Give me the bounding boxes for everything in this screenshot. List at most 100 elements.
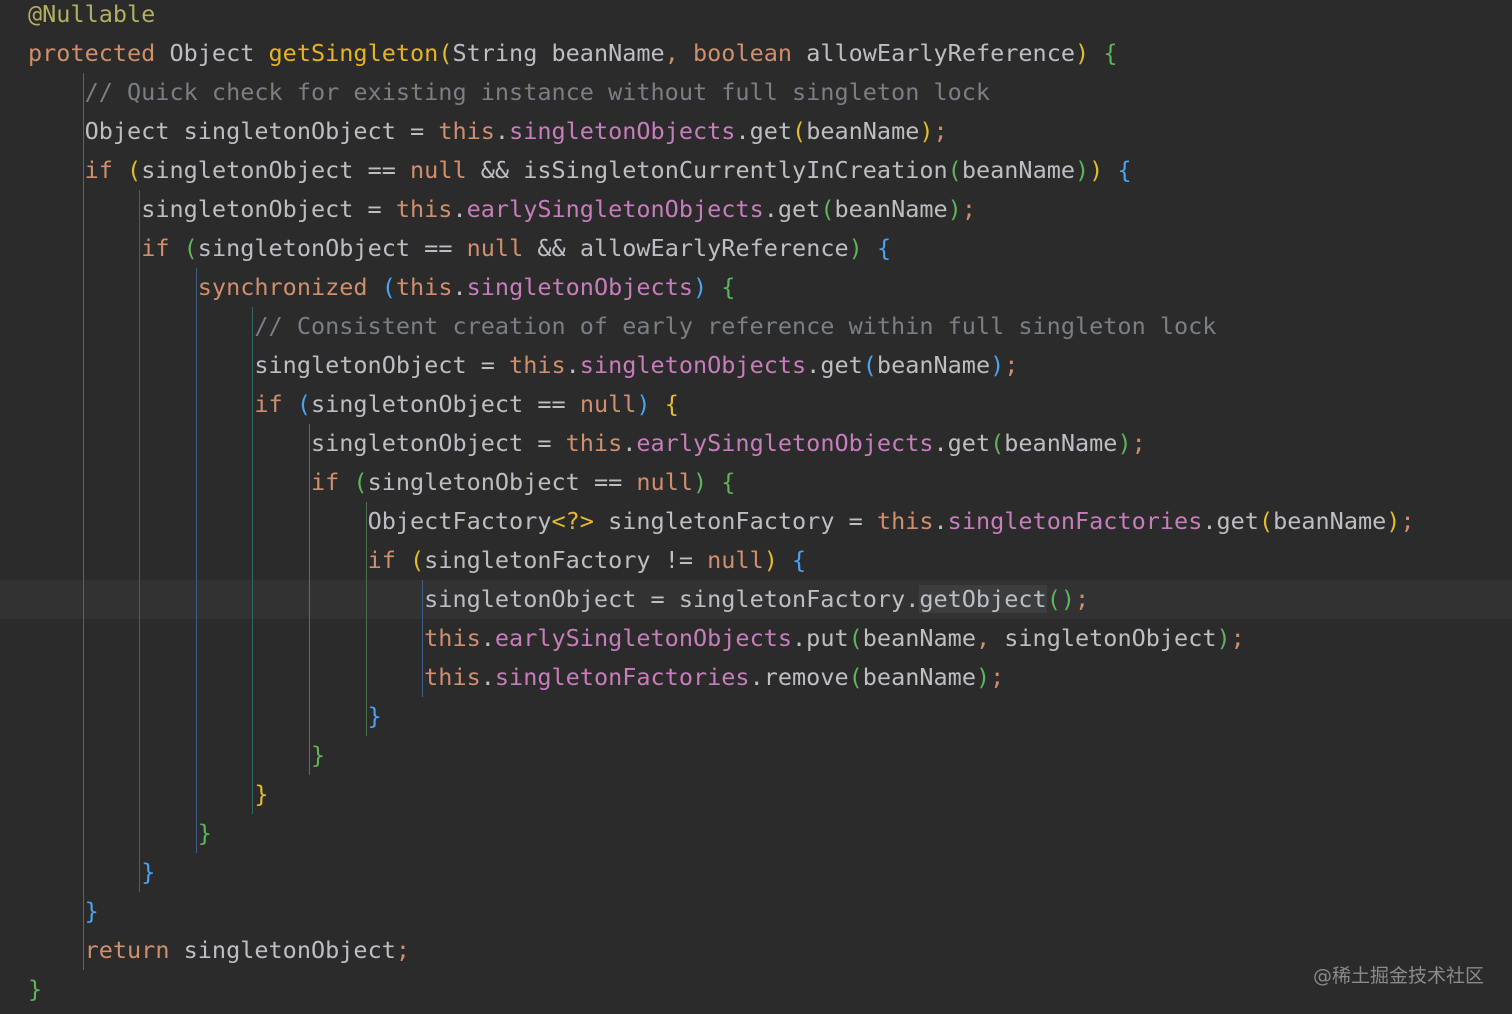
code-line[interactable]: singletonObject = this.singletonObjects.… <box>0 346 1512 385</box>
code-token: singletonFactories <box>494 663 750 691</box>
code-line[interactable]: if (singletonObject == null && isSinglet… <box>0 151 1512 190</box>
code-token: ( <box>848 624 863 652</box>
code-token: ; <box>1131 429 1146 457</box>
code-line[interactable]: } <box>0 775 1512 814</box>
code-line[interactable]: if (singletonFactory != null) { <box>0 541 1512 580</box>
code-token: singletonObject == <box>310 390 580 418</box>
code-token: ; <box>1400 507 1415 535</box>
code-token: null <box>410 156 481 184</box>
code-token: return <box>84 936 184 964</box>
code-token: .get <box>763 195 821 223</box>
code-line[interactable]: this.singletonFactories.remove(beanName)… <box>0 658 1512 697</box>
code-token: } <box>84 897 99 925</box>
code-line[interactable]: protected Object getSingleton(String bea… <box>0 34 1512 73</box>
code-line[interactable]: singletonObject = this.earlySingletonObj… <box>0 190 1512 229</box>
code-token: ( <box>353 468 368 496</box>
code-token: . <box>494 117 510 145</box>
code-line[interactable]: singletonObject = singletonFactory.getOb… <box>0 580 1512 619</box>
code-token: ) <box>990 351 1005 379</box>
code-text: singletonObject = this.singletonObjects.… <box>28 346 1018 385</box>
code-text: ObjectFactory<?> singletonFactory = this… <box>28 502 1415 541</box>
code-token: singletonObject == <box>367 468 637 496</box>
code-token: if <box>254 390 297 418</box>
code-line[interactable]: // Quick check for existing instance wit… <box>0 73 1512 112</box>
code-token: null <box>579 390 637 418</box>
code-line[interactable]: this.earlySingletonObjects.put(beanName,… <box>0 619 1512 658</box>
code-text: this.singletonFactories.remove(beanName)… <box>28 658 1004 697</box>
code-token: singletonObject <box>1004 624 1217 652</box>
code-token: .remove <box>749 663 849 691</box>
code-token: protected <box>28 39 170 67</box>
code-token: earlySingletonObjects <box>636 429 934 457</box>
code-token: beanName <box>876 351 991 379</box>
code-token: () <box>1046 585 1075 613</box>
code-token: boolean <box>693 39 807 67</box>
code-token: singletonFactory = <box>593 507 877 535</box>
code-token: beanName <box>834 195 948 223</box>
code-text: singletonObject = this.earlySingletonObj… <box>28 190 976 229</box>
code-line[interactable]: synchronized (this.singletonObjects) { <box>0 268 1512 307</box>
code-line[interactable]: } <box>0 814 1512 853</box>
code-token: { <box>1117 156 1132 184</box>
code-token: . <box>452 195 467 223</box>
code-editor[interactable]: @Nullable protected Object getSingleton(S… <box>0 0 1512 1014</box>
code-text: if (singletonObject == null && isSinglet… <box>28 151 1132 190</box>
code-token: beanName <box>1004 429 1118 457</box>
code-token: .get <box>933 429 991 457</box>
code-text: singletonObject = singletonFactory.getOb… <box>28 580 1089 619</box>
code-token: ; <box>961 195 976 223</box>
code-token: singletonObject = singletonFactory. <box>424 585 920 613</box>
code-line[interactable]: } <box>0 892 1512 931</box>
code-line[interactable]: } <box>0 736 1512 775</box>
code-text: synchronized (this.singletonObjects) { <box>28 268 736 307</box>
code-token: if <box>367 546 411 574</box>
indent-guide <box>365 502 367 736</box>
code-line[interactable]: } <box>0 697 1512 736</box>
code-token: null <box>466 234 538 262</box>
code-line[interactable]: if (singletonObject == null) { <box>0 463 1512 502</box>
code-token: ( <box>848 663 863 691</box>
code-token: singletonObjects <box>466 273 693 301</box>
code-token: null <box>636 468 693 496</box>
code-token: ) <box>975 663 991 691</box>
code-token: ; <box>990 663 1005 691</box>
code-text: if (singletonFactory != null) { <box>28 541 807 580</box>
code-line[interactable]: } <box>0 970 1512 1009</box>
code-line[interactable]: Object singletonObject = this.singletonO… <box>0 112 1512 151</box>
code-line[interactable]: // Consistent creation of early referenc… <box>0 307 1512 346</box>
code-line[interactable]: ObjectFactory<?> singletonFactory = this… <box>0 502 1512 541</box>
code-token: . <box>480 624 495 652</box>
code-line[interactable]: @Nullable <box>0 0 1512 34</box>
code-token: <?> <box>551 507 594 535</box>
code-token: ( <box>820 195 835 223</box>
code-token: this <box>565 429 623 457</box>
code-token: ( <box>1258 507 1274 535</box>
code-token: singletonObject <box>183 936 396 964</box>
code-token: ) <box>1386 507 1401 535</box>
code-token: ( <box>127 156 142 184</box>
code-token: ) <box>1117 429 1132 457</box>
code-line[interactable]: singletonObject = this.earlySingletonObj… <box>0 424 1512 463</box>
code-token: && isSingletonCurrentlyInCreation <box>480 156 948 184</box>
code-token: singletonObject = <box>141 195 396 223</box>
indent-guide <box>252 307 254 814</box>
code-token: .get <box>735 117 793 145</box>
code-token: ; <box>1004 351 1019 379</box>
code-line[interactable]: if (singletonObject == null) { <box>0 385 1512 424</box>
code-line[interactable]: if (singletonObject == null && allowEarl… <box>0 229 1512 268</box>
code-token: singletonFactory != <box>424 546 708 574</box>
code-token: this <box>424 624 481 652</box>
code-token: ) <box>1075 156 1090 184</box>
code-token: if <box>310 468 354 496</box>
code-token: ( <box>438 39 453 67</box>
code-line[interactable]: } <box>0 853 1512 892</box>
code-token: ) <box>919 117 934 145</box>
code-line[interactable]: return singletonObject; <box>0 931 1512 970</box>
